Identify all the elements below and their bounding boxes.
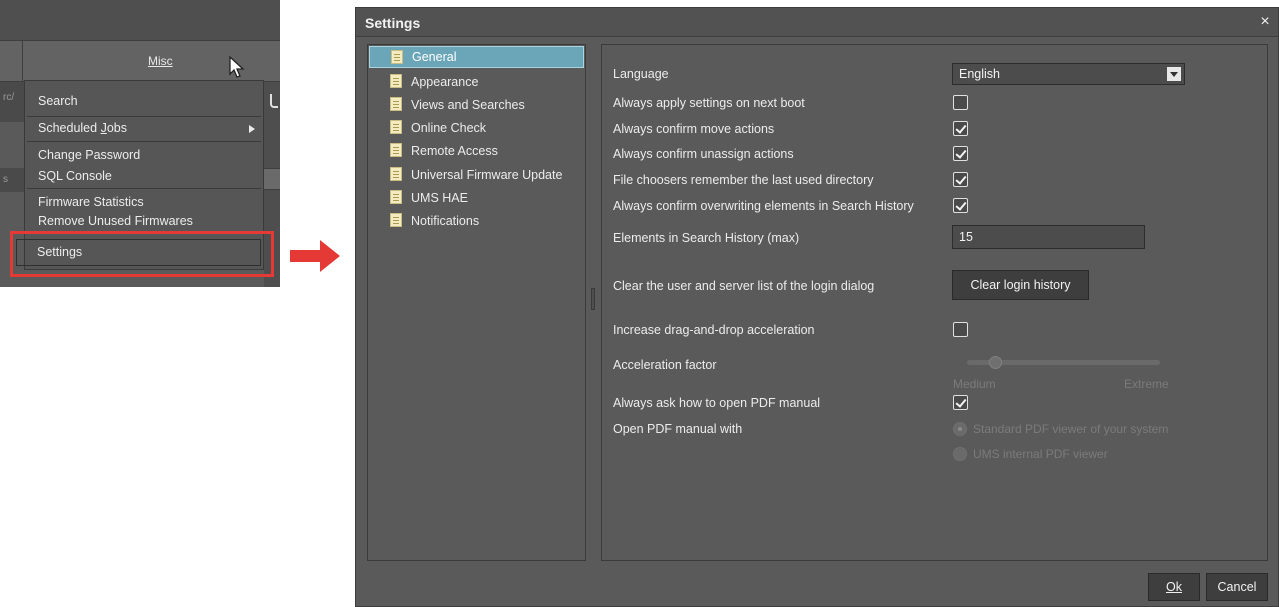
menu-item-search[interactable]: Search [25, 91, 263, 111]
document-icon [391, 50, 403, 64]
ask-pdf-label: Always ask how to open PDF manual [613, 396, 821, 410]
column-header [264, 168, 280, 190]
background-strip-text-2: s [0, 168, 24, 192]
nav-item-views-and-searches[interactable]: Views and Searches [369, 94, 584, 116]
confirm-overwrite-history-checkbox[interactable] [953, 198, 968, 213]
nav-item-general[interactable]: General [369, 46, 584, 68]
drag-drop-accel-label: Increase drag-and-drop acceleration [613, 323, 815, 337]
clear-login-history-button[interactable]: Clear login history [952, 270, 1089, 300]
menu-item-firmware-statistics[interactable]: Firmware Statistics [25, 192, 263, 212]
panel-splitter-handle[interactable] [591, 288, 595, 310]
document-icon [390, 167, 402, 181]
nav-item-notifications[interactable]: Notifications [369, 210, 584, 232]
highlight-frame [10, 231, 274, 277]
background-strip-text: rc/ [0, 82, 24, 122]
nav-item-label: Appearance [411, 75, 479, 89]
confirm-overwrite-history-label: Always confirm overwriting elements in S… [613, 199, 914, 213]
nav-item-label: Online Check [411, 121, 487, 135]
nav-item-label: General [412, 50, 457, 64]
nav-item-label: Notifications [411, 214, 480, 228]
pdf-standard-viewer-label: Standard PDF viewer of your system [973, 422, 1169, 436]
menu-separator [27, 188, 261, 189]
menu-item-scheduled-jobs[interactable]: Scheduled Jobs [25, 118, 263, 138]
document-icon [390, 143, 402, 157]
pdf-internal-viewer-label: UMS internal PDF viewer [973, 447, 1108, 461]
mouse-cursor-icon [229, 56, 245, 78]
history-max-label: Elements in Search History (max) [613, 231, 800, 245]
settings-dialog: Settings × General Appearance Views and … [355, 7, 1279, 607]
window-titlebar [0, 0, 280, 40]
ask-pdf-checkbox[interactable] [953, 395, 968, 410]
dialog-title: Settings [365, 15, 421, 31]
nav-item-universal-firmware-update[interactable]: Universal Firmware Update [369, 164, 584, 186]
remember-last-dir-label: File choosers remember the last used dir… [613, 173, 874, 187]
misc-menu-snippet: rc/ s Misc Search Scheduled Jobs Change … [0, 0, 280, 287]
nav-item-ums-hae[interactable]: UMS HAE [369, 187, 584, 209]
nav-item-online-check[interactable]: Online Check [369, 117, 584, 139]
confirm-unassign-checkbox[interactable] [953, 146, 968, 161]
document-icon [390, 120, 402, 134]
cancel-button[interactable]: Cancel [1206, 573, 1268, 601]
right-arrow-icon [290, 240, 340, 272]
menu-misc[interactable]: Misc [148, 54, 173, 68]
close-icon[interactable]: × [1255, 11, 1275, 33]
apply-on-next-boot-label: Always apply settings on next boot [613, 96, 805, 110]
document-icon [390, 97, 402, 111]
nav-item-label: Remote Access [411, 144, 498, 158]
language-select[interactable]: English [952, 63, 1185, 85]
nav-item-label: UMS HAE [411, 191, 468, 205]
ok-button[interactable]: Ok [1148, 573, 1200, 601]
nav-item-label: Universal Firmware Update [411, 168, 563, 182]
pdf-internal-viewer-radio[interactable] [953, 447, 967, 461]
menu-separator [27, 141, 261, 142]
document-icon [390, 213, 402, 227]
language-label: Language [613, 67, 669, 81]
accel-factor-slider-thumb[interactable] [989, 356, 1003, 369]
drag-drop-accel-checkbox[interactable] [953, 322, 968, 337]
settings-nav-panel: General Appearance Views and Searches On… [367, 44, 586, 561]
menu-item-remove-unused-firmwares[interactable]: Remove Unused Firmwares [25, 211, 263, 225]
chevron-down-icon [1167, 67, 1181, 81]
checkmark-icon [270, 94, 278, 108]
confirm-move-checkbox[interactable] [953, 121, 968, 136]
slider-min-label: Medium [953, 377, 996, 391]
menu-item-change-password[interactable]: Change Password [25, 145, 263, 165]
open-pdf-label: Open PDF manual with [613, 422, 743, 436]
pdf-standard-viewer-radio[interactable] [953, 422, 967, 436]
submenu-arrow-icon [249, 125, 255, 133]
language-select-value: English [959, 67, 1000, 81]
nav-item-remote-access[interactable]: Remote Access [369, 140, 584, 162]
general-settings-panel: Language English Always apply settings o… [601, 44, 1268, 561]
menu-item-label: Scheduled Jobs [38, 121, 127, 135]
accel-factor-label: Acceleration factor [613, 358, 717, 372]
confirm-unassign-label: Always confirm unassign actions [613, 147, 794, 161]
remember-last-dir-checkbox[interactable] [953, 172, 968, 187]
clear-login-label: Clear the user and server list of the lo… [613, 279, 875, 293]
history-max-input[interactable]: 15 [952, 225, 1145, 249]
confirm-move-label: Always confirm move actions [613, 122, 775, 136]
nav-item-appearance[interactable]: Appearance [369, 71, 584, 93]
slider-max-label: Extreme [1124, 377, 1169, 391]
dialog-titlebar: Settings × [356, 8, 1278, 37]
apply-on-next-boot-checkbox[interactable] [953, 95, 968, 110]
document-icon [390, 74, 402, 88]
menu-separator [27, 116, 261, 117]
nav-item-label: Views and Searches [411, 98, 525, 112]
menu-item-sql-console[interactable]: SQL Console [25, 166, 263, 186]
document-icon [390, 190, 402, 204]
